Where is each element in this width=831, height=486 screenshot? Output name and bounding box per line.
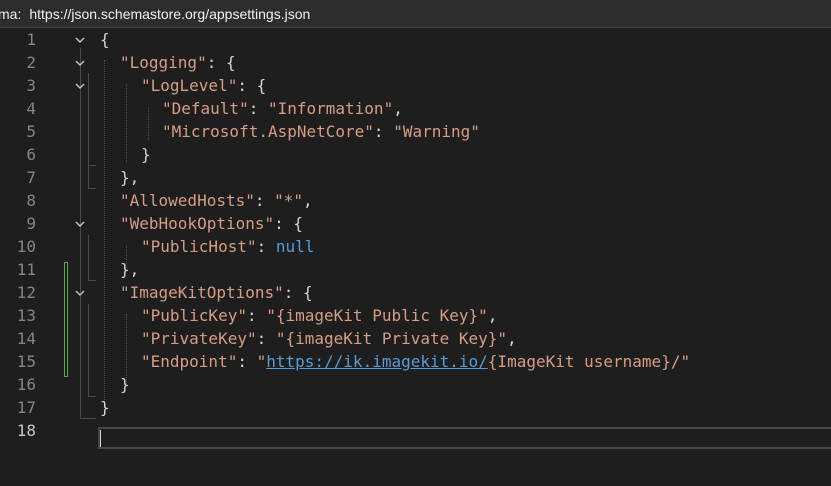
line-number: 2 [26, 53, 36, 72]
code-text: }, [120, 168, 140, 187]
code-text: { [100, 30, 110, 49]
line-number: 15 [16, 352, 36, 371]
json-key: "AllowedHosts" [120, 191, 255, 210]
line-number: 3 [26, 76, 36, 95]
code-line: 16 } [0, 373, 831, 396]
line-number: 10 [16, 237, 36, 256]
json-key: "Microsoft.AspNetCore" [162, 122, 374, 141]
endpoint-link[interactable]: https://ik.imagekit.io/ [266, 352, 488, 371]
json-key: "Logging" [120, 53, 207, 72]
code-line: 6 } [0, 143, 831, 166]
code-text: "Default": "Information", [162, 99, 403, 118]
code-text: "PublicHost": null [141, 237, 315, 256]
code-text: "ImageKitOptions": { [120, 283, 313, 302]
code-text: "WebHookOptions": { [120, 214, 304, 233]
code-editor[interactable]: 1 { 2 "Logging": { 3 "LogLevel": { 4 "De… [0, 28, 831, 486]
code-text: } [141, 145, 151, 164]
code-line: 7 }, [0, 166, 831, 189]
json-value: "{imageKit Private Key}" [275, 329, 508, 348]
line-number: 12 [16, 283, 36, 302]
line-number: 4 [26, 99, 36, 118]
chevron-down-icon[interactable] [74, 80, 86, 92]
line-number: 8 [26, 191, 36, 210]
json-value: "Information" [267, 99, 394, 118]
line-number: 17 [16, 398, 36, 417]
code-line: 5 "Microsoft.AspNetCore": "Warning" [0, 120, 831, 143]
json-key: "Default" [162, 99, 249, 118]
json-value: "*" [274, 191, 304, 210]
code-text: } [100, 398, 110, 417]
json-value-quote: " [256, 352, 267, 371]
code-line: 15 "Endpoint": "https://ik.imagekit.io/{… [0, 350, 831, 373]
line-number: 7 [26, 168, 36, 187]
line-number: 16 [16, 375, 36, 394]
json-value: {ImageKit username}/" [487, 352, 691, 371]
json-value: null [275, 237, 315, 256]
code-line: 8 "AllowedHosts": "*", [0, 189, 831, 212]
json-key: "Endpoint" [141, 352, 238, 371]
code-line: 11 }, [0, 258, 831, 281]
json-key: "PublicHost" [141, 237, 257, 256]
code-line: 3 "LogLevel": { [0, 74, 831, 97]
code-line: 9 "WebHookOptions": { [0, 212, 831, 235]
line-number: 6 [26, 145, 36, 164]
json-key: "PublicKey" [141, 306, 247, 325]
current-line-highlight [98, 427, 831, 449]
json-value: "{imageKit Public Key}" [266, 306, 488, 325]
code-text: "Logging": { [120, 53, 236, 72]
line-number: 13 [16, 306, 36, 325]
code-line: 1 { [0, 28, 831, 51]
chevron-down-icon[interactable] [74, 287, 86, 299]
code-line: 12 "ImageKitOptions": { [0, 281, 831, 304]
json-key: "WebHookOptions" [120, 214, 275, 233]
text-caret [100, 430, 101, 447]
chevron-down-icon[interactable] [74, 218, 86, 230]
code-text: "PrivateKey": "{imageKit Private Key}", [141, 329, 517, 348]
code-line: 13 "PublicKey": "{imageKit Public Key}", [0, 304, 831, 327]
line-number: 18 [16, 421, 36, 440]
line-number: 11 [16, 260, 36, 279]
code-text: } [120, 375, 130, 394]
code-text: "AllowedHosts": "*", [120, 191, 313, 210]
line-number: 9 [26, 214, 36, 233]
code-line: 17 } [0, 396, 831, 419]
chevron-down-icon[interactable] [74, 57, 86, 69]
code-text: "LogLevel": { [141, 76, 267, 95]
schema-bar: ma: https://json.schemastore.org/appsett… [0, 0, 831, 28]
schema-label: ma: [0, 5, 22, 22]
code-text: "Endpoint": "https://ik.imagekit.io/{Ima… [141, 352, 691, 371]
json-key: "PrivateKey" [141, 329, 257, 348]
json-key: "ImageKitOptions" [120, 283, 284, 302]
code-text: }, [120, 260, 140, 279]
line-number: 1 [26, 30, 36, 49]
json-value: "Warning" [393, 122, 480, 141]
code-text: "Microsoft.AspNetCore": "Warning" [162, 122, 480, 141]
schema-url-field[interactable]: https://json.schemastore.org/appsettings… [29, 6, 310, 22]
code-text: "PublicKey": "{imageKit Public Key}", [141, 306, 498, 325]
code-line: 10 "PublicHost": null [0, 235, 831, 258]
line-number: 5 [26, 122, 36, 141]
line-number: 14 [16, 329, 36, 348]
json-key: "LogLevel" [141, 76, 238, 95]
code-line: 2 "Logging": { [0, 51, 831, 74]
code-line: 14 "PrivateKey": "{imageKit Private Key}… [0, 327, 831, 350]
chevron-down-icon[interactable] [74, 34, 86, 46]
code-line: 4 "Default": "Information", [0, 97, 831, 120]
